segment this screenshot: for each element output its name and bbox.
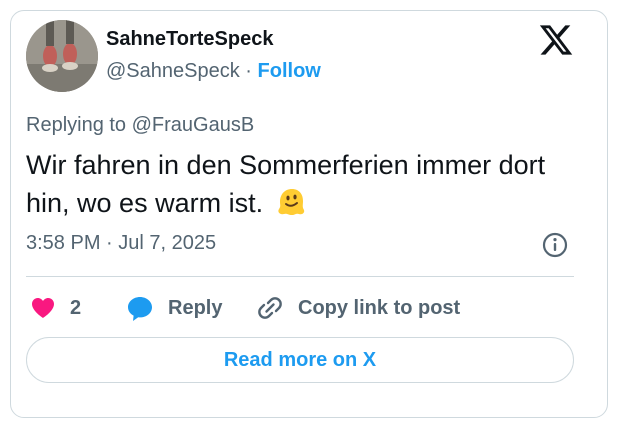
link-icon — [258, 297, 282, 319]
divider — [26, 276, 574, 277]
reply-bubble-icon — [128, 297, 152, 321]
reply-button[interactable]: Reply — [126, 292, 222, 324]
tweet-timestamp[interactable]: 3:58 PM · Jul 7, 2025 — [26, 232, 216, 255]
replying-to-handle[interactable]: @FrauGausB — [132, 114, 255, 136]
copy-link-label: Copy link to post — [298, 296, 461, 319]
heart-icon — [32, 298, 54, 318]
read-more-button[interactable]: Read more on X — [26, 337, 574, 383]
melting-face-emoji-icon — [275, 186, 307, 218]
like-button[interactable]: 2 — [30, 292, 81, 324]
info-icon[interactable] — [542, 232, 568, 258]
read-more-label: Read more on X — [223, 348, 377, 371]
follow-button[interactable]: Follow — [258, 60, 321, 82]
author-handle-row: @SahneSpeck · Follow — [106, 60, 321, 83]
like-count: 2 — [70, 296, 82, 319]
copy-link-button[interactable]: Copy link to post — [256, 292, 460, 324]
avatar[interactable] — [26, 20, 98, 92]
separator-dot: · — [245, 60, 252, 82]
replying-to-line: Replying to @FrauGausB — [26, 114, 254, 137]
replying-to-prefix: Replying to — [26, 114, 132, 136]
reply-label: Reply — [168, 296, 223, 319]
tweet-text: Wir fahren in den Sommerferien immer dor… — [26, 146, 566, 222]
author-display-name[interactable]: SahneTorteSpeck — [106, 28, 273, 51]
author-handle[interactable]: @SahneSpeck — [106, 60, 240, 82]
x-logo-icon[interactable] — [538, 22, 574, 58]
